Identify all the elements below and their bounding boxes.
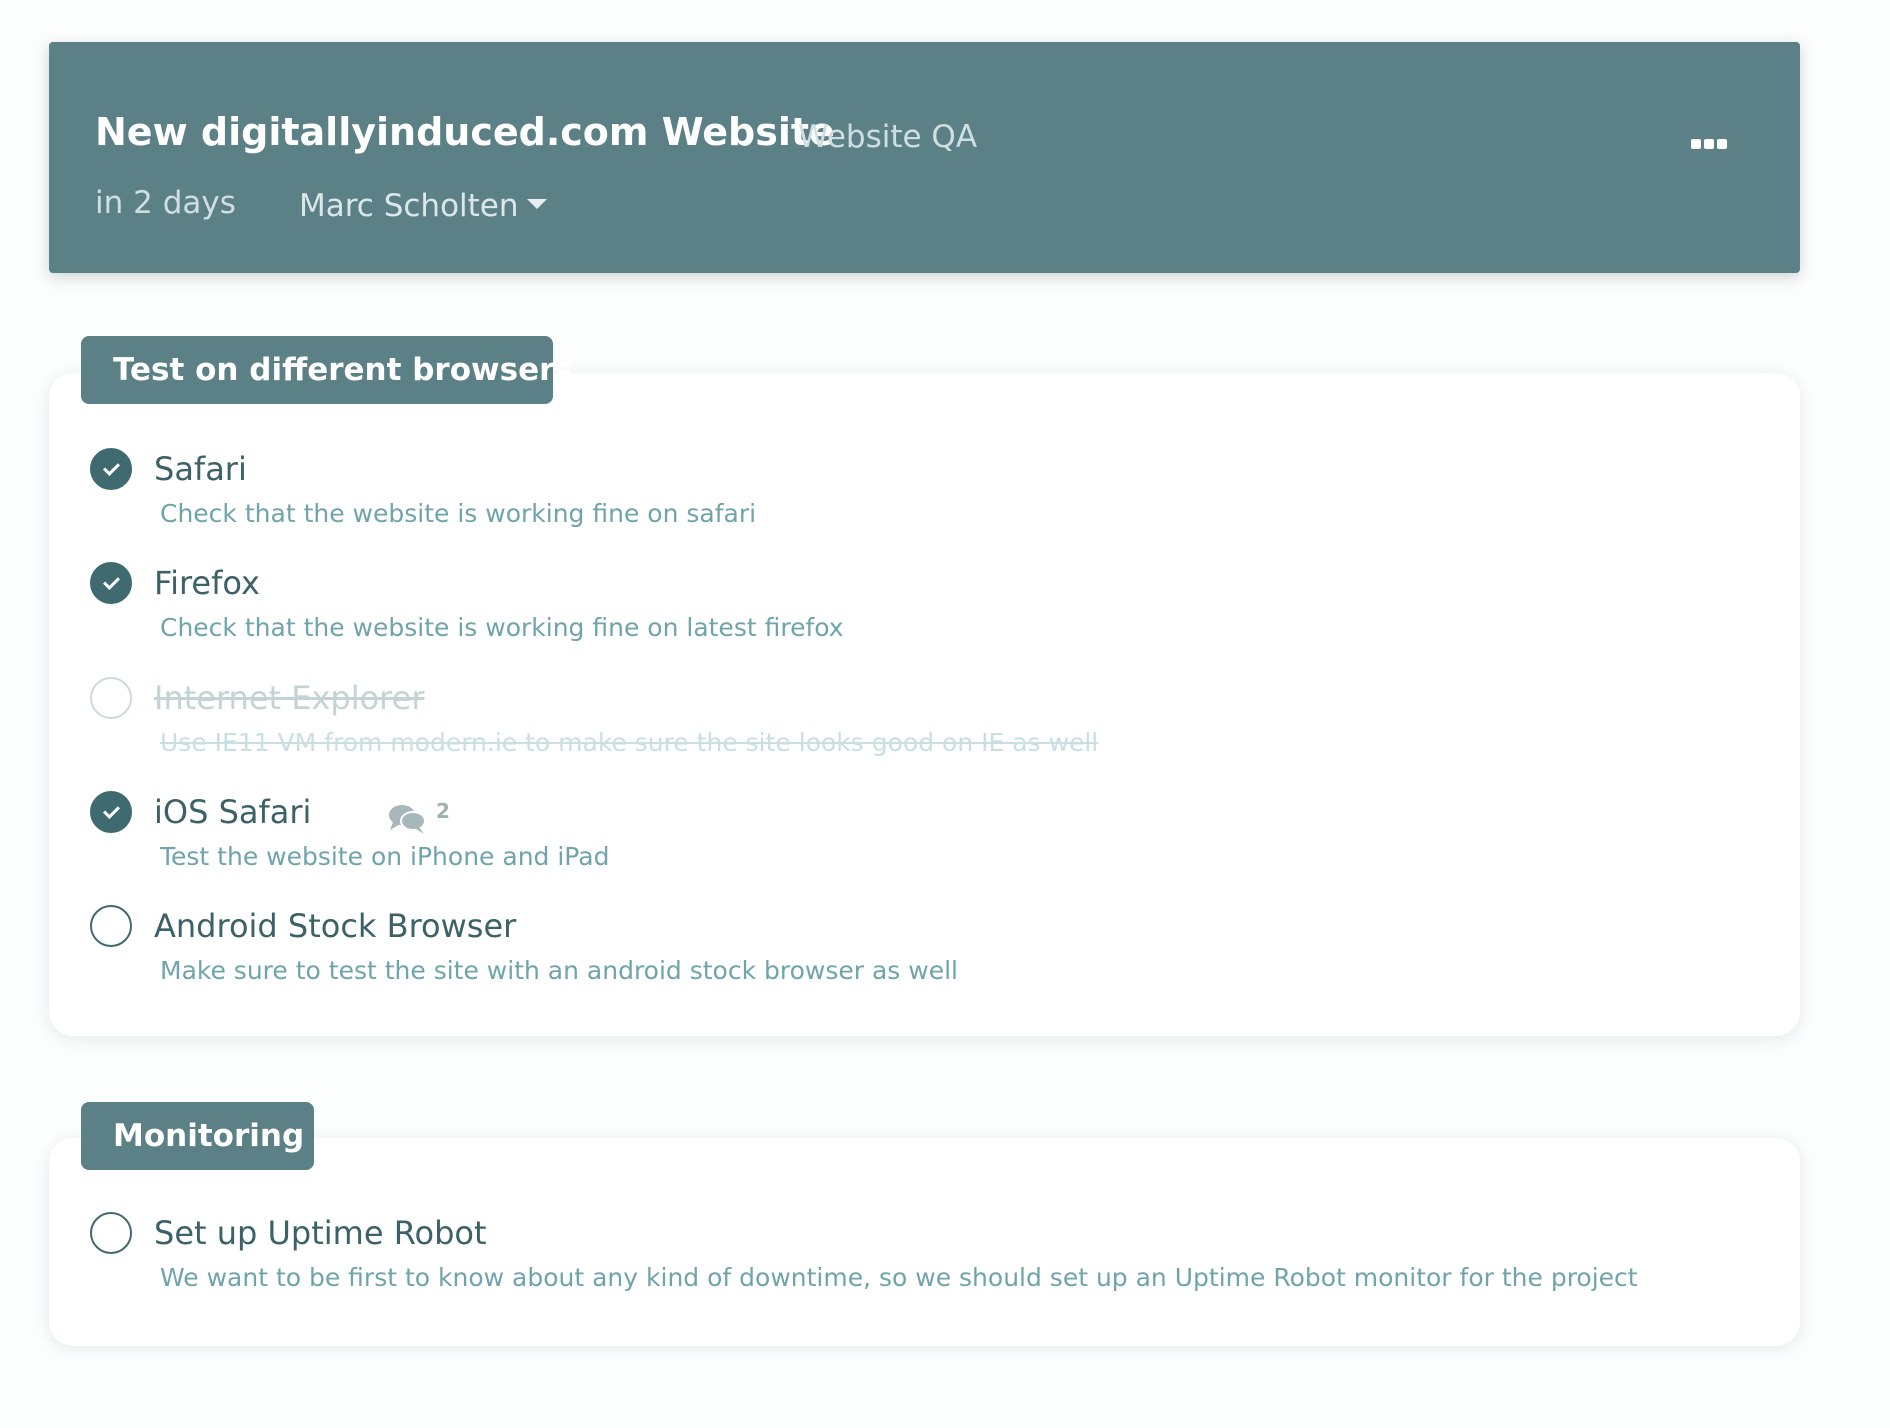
project-subtitle: Website QA [798,119,978,155]
assignee-dropdown[interactable]: Marc Scholten [299,185,547,227]
more-options-button[interactable] [1679,124,1739,164]
task-description: Check that the website is working fine o… [160,499,757,528]
ellipsis-icon [1704,139,1714,149]
assignee-name: Marc Scholten [299,188,519,224]
task-checkbox-cancelled[interactable] [90,677,132,719]
task-checkbox-checked[interactable] [90,791,132,833]
task-name[interactable]: iOS Safari [154,790,311,834]
task-name[interactable]: Internet Explorer [154,676,424,720]
ellipsis-icon [1691,139,1701,149]
task-checkbox[interactable] [90,1212,132,1254]
due-date: in 2 days [95,185,236,221]
caret-down-icon [526,199,547,209]
task-description: We want to be first to know about any ki… [160,1263,1638,1292]
task-checkbox[interactable] [90,905,132,947]
task-name[interactable]: Firefox [154,561,260,605]
section-title: Test on different browsers [81,336,573,404]
comments-icon [389,805,426,834]
comments-indicator[interactable]: 2 [388,799,450,835]
task-description: Test the website on iPhone and iPad [160,842,610,871]
ellipsis-icon [1717,139,1727,149]
task-checkbox-checked[interactable] [90,562,132,604]
task-name[interactable]: Safari [154,447,247,491]
task-checkbox-checked[interactable] [90,448,132,490]
task-description: Check that the website is working fine o… [160,613,844,642]
task-name[interactable]: Android Stock Browser [154,904,516,948]
comment-count: 2 [436,799,450,823]
task-description: Use IE11 VM from modern.ie to make sure … [160,728,1099,757]
task-description: Make sure to test the site with an andro… [160,956,958,985]
project-title: New digitallyinduced.com Website [95,110,835,154]
project-header: New digitallyinduced.com Website Website… [49,42,1800,273]
task-name[interactable]: Set up Uptime Robot [154,1211,487,1255]
section-title: Monitoring [81,1102,314,1170]
